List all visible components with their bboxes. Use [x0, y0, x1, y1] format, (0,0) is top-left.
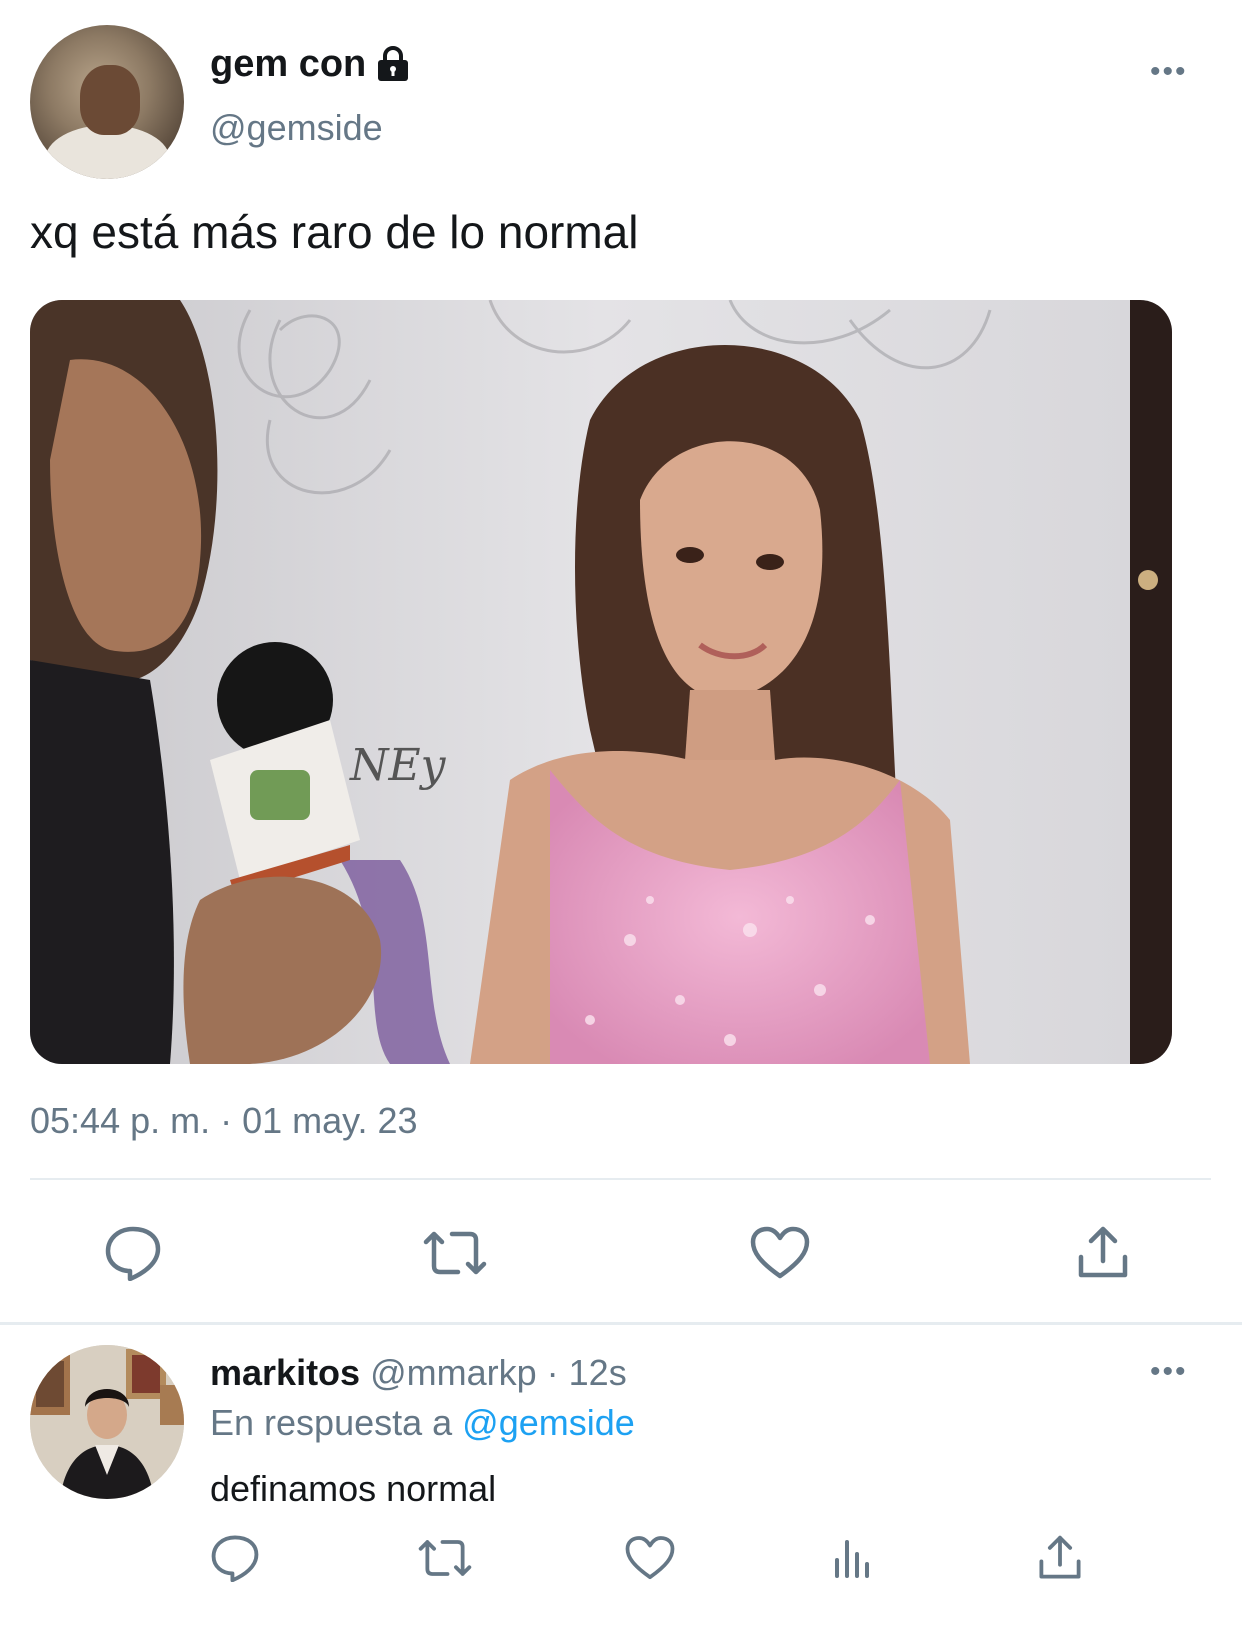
reply-button[interactable]: [98, 1218, 168, 1288]
author-display-name[interactable]: gem con: [210, 40, 410, 88]
reply-share-button[interactable]: [1025, 1523, 1095, 1593]
retweet-icon: [418, 1540, 472, 1576]
section-divider: [0, 1322, 1242, 1325]
retweet-button[interactable]: [420, 1218, 490, 1288]
svg-text:NEy: NEy: [349, 740, 447, 791]
reply-header: markitos @mmarkp · 12s: [210, 1350, 627, 1396]
reply-handle[interactable]: @mmarkp: [370, 1352, 537, 1393]
reply-time: · 12s: [546, 1352, 627, 1393]
reply-icon: [211, 1535, 259, 1582]
reply-author-avatar[interactable]: [30, 1345, 184, 1499]
more-options-icon[interactable]: •••: [1150, 57, 1188, 87]
heart-icon: [625, 1536, 675, 1580]
reply-retweet-button[interactable]: [410, 1523, 480, 1593]
share-icon: [1039, 1535, 1081, 1579]
share-icon: [1078, 1226, 1128, 1278]
heart-icon: [750, 1226, 810, 1279]
author-handle[interactable]: @gemside: [210, 105, 383, 151]
display-name-text: gem con: [210, 43, 367, 85]
reply-analytics-button[interactable]: [818, 1523, 888, 1593]
author-avatar[interactable]: [30, 25, 184, 179]
divider: [30, 1178, 1211, 1180]
analytics-icon: [835, 1540, 869, 1578]
lock-icon: [376, 46, 410, 82]
reply-display-name[interactable]: markitos: [210, 1352, 360, 1393]
in-reply-to: En respuesta a @gemside: [210, 1400, 635, 1446]
reply-text: definamos normal: [210, 1468, 497, 1509]
share-button[interactable]: [1068, 1218, 1138, 1288]
like-button[interactable]: [745, 1218, 815, 1288]
avatar-face: [80, 65, 140, 135]
retweet-icon: [423, 1231, 487, 1275]
reply-like-button[interactable]: [615, 1523, 685, 1593]
reply-icon: [105, 1226, 161, 1281]
tweet-text: xq está más raro de lo normal: [30, 206, 639, 258]
in-reply-to-label: En respuesta a: [210, 1402, 453, 1443]
tweet-timestamp[interactable]: 05:44 p. m. · 01 may. 23: [30, 1098, 418, 1144]
reply-more-options-icon[interactable]: •••: [1150, 1357, 1188, 1387]
in-reply-to-mention[interactable]: @gemside: [462, 1402, 635, 1443]
reply-reply-button[interactable]: [200, 1523, 270, 1593]
tweet-media-image[interactable]: NEy: [30, 300, 1172, 1064]
